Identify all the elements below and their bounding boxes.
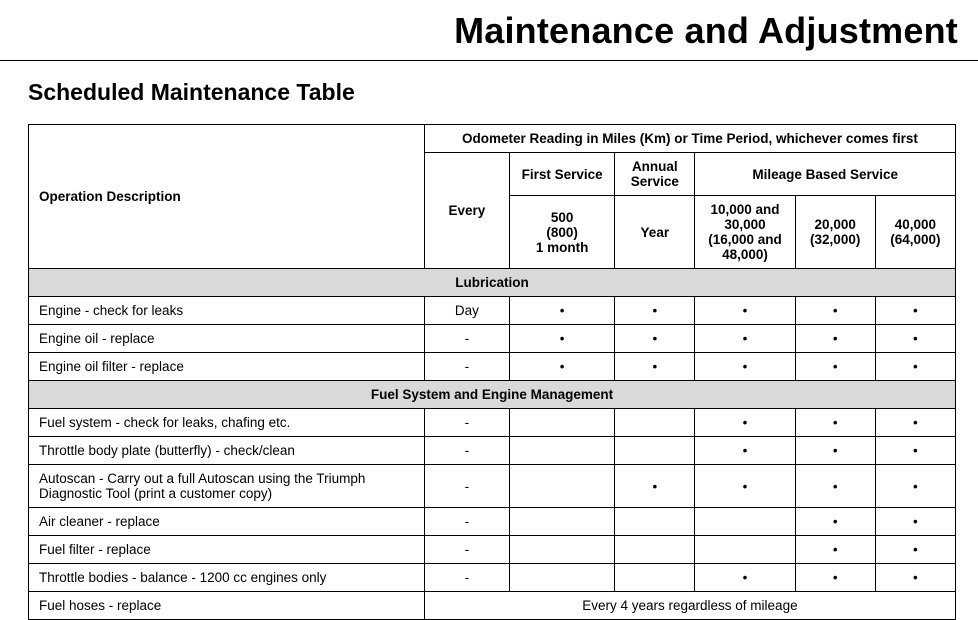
cell: - [424, 465, 509, 508]
cell: - [424, 437, 509, 465]
cell: • [510, 325, 615, 353]
col-m2: 20,000 (32,000) [795, 196, 875, 269]
cell: • [795, 409, 875, 437]
cell: • [875, 437, 955, 465]
cell: • [875, 409, 955, 437]
table-row: Engine - check for leaks Day • • • • • [29, 297, 956, 325]
cell [695, 508, 795, 536]
cell: • [875, 536, 955, 564]
cell: • [875, 353, 955, 381]
op-desc: Air cleaner - replace [29, 508, 425, 536]
col-m3: 40,000 (64,000) [875, 196, 955, 269]
cell: • [695, 353, 795, 381]
cell [510, 465, 615, 508]
cell: • [795, 465, 875, 508]
cell: • [795, 536, 875, 564]
col-annual-detail: Year [615, 196, 695, 269]
cell: • [695, 325, 795, 353]
section-lubrication: Lubrication [29, 269, 956, 297]
section-lubrication-label: Lubrication [29, 269, 956, 297]
op-desc: Throttle bodies - balance - 1200 cc engi… [29, 564, 425, 592]
cell: • [695, 437, 795, 465]
op-desc: Engine oil - replace [29, 325, 425, 353]
cell: - [424, 409, 509, 437]
cell: • [615, 297, 695, 325]
cell: • [795, 437, 875, 465]
cell: - [424, 325, 509, 353]
cell: • [615, 353, 695, 381]
cell: • [875, 465, 955, 508]
cell [510, 437, 615, 465]
page-title-container: Maintenance and Adjustment [0, 0, 978, 61]
op-desc: Engine oil filter - replace [29, 353, 425, 381]
table-row: Engine oil - replace - • • • • • [29, 325, 956, 353]
col-first-service: First Service [510, 153, 615, 196]
cell: • [795, 564, 875, 592]
cell: • [510, 353, 615, 381]
op-desc: Engine - check for leaks [29, 297, 425, 325]
cell: • [795, 508, 875, 536]
cell [615, 409, 695, 437]
maintenance-table: Operation Description Odometer Reading i… [28, 124, 956, 620]
section-title: Scheduled Maintenance Table [0, 79, 978, 124]
table-row: Autoscan - Carry out a full Autoscan usi… [29, 465, 956, 508]
table-row: Throttle bodies - balance - 1200 cc engi… [29, 564, 956, 592]
cell [510, 508, 615, 536]
cell [615, 437, 695, 465]
cell: • [795, 297, 875, 325]
cell: • [615, 325, 695, 353]
table-header-row-1: Operation Description Odometer Reading i… [29, 125, 956, 153]
cell [510, 409, 615, 437]
col-annual-service: Annual Service [615, 153, 695, 196]
cell: • [875, 325, 955, 353]
cell: • [875, 297, 955, 325]
op-desc: Fuel system - check for leaks, chafing e… [29, 409, 425, 437]
col-odometer: Odometer Reading in Miles (Km) or Time P… [424, 125, 955, 153]
col-operation-description: Operation Description [29, 125, 425, 269]
cell: • [795, 353, 875, 381]
cell: • [695, 465, 795, 508]
cell [510, 564, 615, 592]
cell: Day [424, 297, 509, 325]
cell [615, 508, 695, 536]
col-mileage-service: Mileage Based Service [695, 153, 956, 196]
cell: - [424, 564, 509, 592]
section-fuel-label: Fuel System and Engine Management [29, 381, 956, 409]
cell: • [510, 297, 615, 325]
cell: • [695, 409, 795, 437]
op-desc: Fuel hoses - replace [29, 592, 425, 620]
cell: • [875, 508, 955, 536]
cell: • [795, 325, 875, 353]
col-every: Every [424, 153, 509, 269]
section-fuel: Fuel System and Engine Management [29, 381, 956, 409]
cell: - [424, 353, 509, 381]
table-row: Throttle body plate (butterfly) - check/… [29, 437, 956, 465]
table-row: Air cleaner - replace - • • [29, 508, 956, 536]
cell: • [695, 297, 795, 325]
table-row: Fuel filter - replace - • • [29, 536, 956, 564]
cell: - [424, 508, 509, 536]
table-row: Engine oil filter - replace - • • • • • [29, 353, 956, 381]
cell [615, 564, 695, 592]
cell [615, 536, 695, 564]
cell: • [615, 465, 695, 508]
page-title: Maintenance and Adjustment [20, 10, 958, 52]
col-m1: 10,000 and 30,000 (16,000 and 48,000) [695, 196, 795, 269]
cell: - [424, 536, 509, 564]
op-desc: Fuel filter - replace [29, 536, 425, 564]
cell [510, 536, 615, 564]
col-first-detail: 500 (800) 1 month [510, 196, 615, 269]
cell [695, 536, 795, 564]
table-row: Fuel hoses - replace Every 4 years regar… [29, 592, 956, 620]
table-row: Fuel system - check for leaks, chafing e… [29, 409, 956, 437]
op-desc: Throttle body plate (butterfly) - check/… [29, 437, 425, 465]
span-note: Every 4 years regardless of mileage [424, 592, 955, 620]
cell: • [875, 564, 955, 592]
cell: • [695, 564, 795, 592]
op-desc: Autoscan - Carry out a full Autoscan usi… [29, 465, 425, 508]
